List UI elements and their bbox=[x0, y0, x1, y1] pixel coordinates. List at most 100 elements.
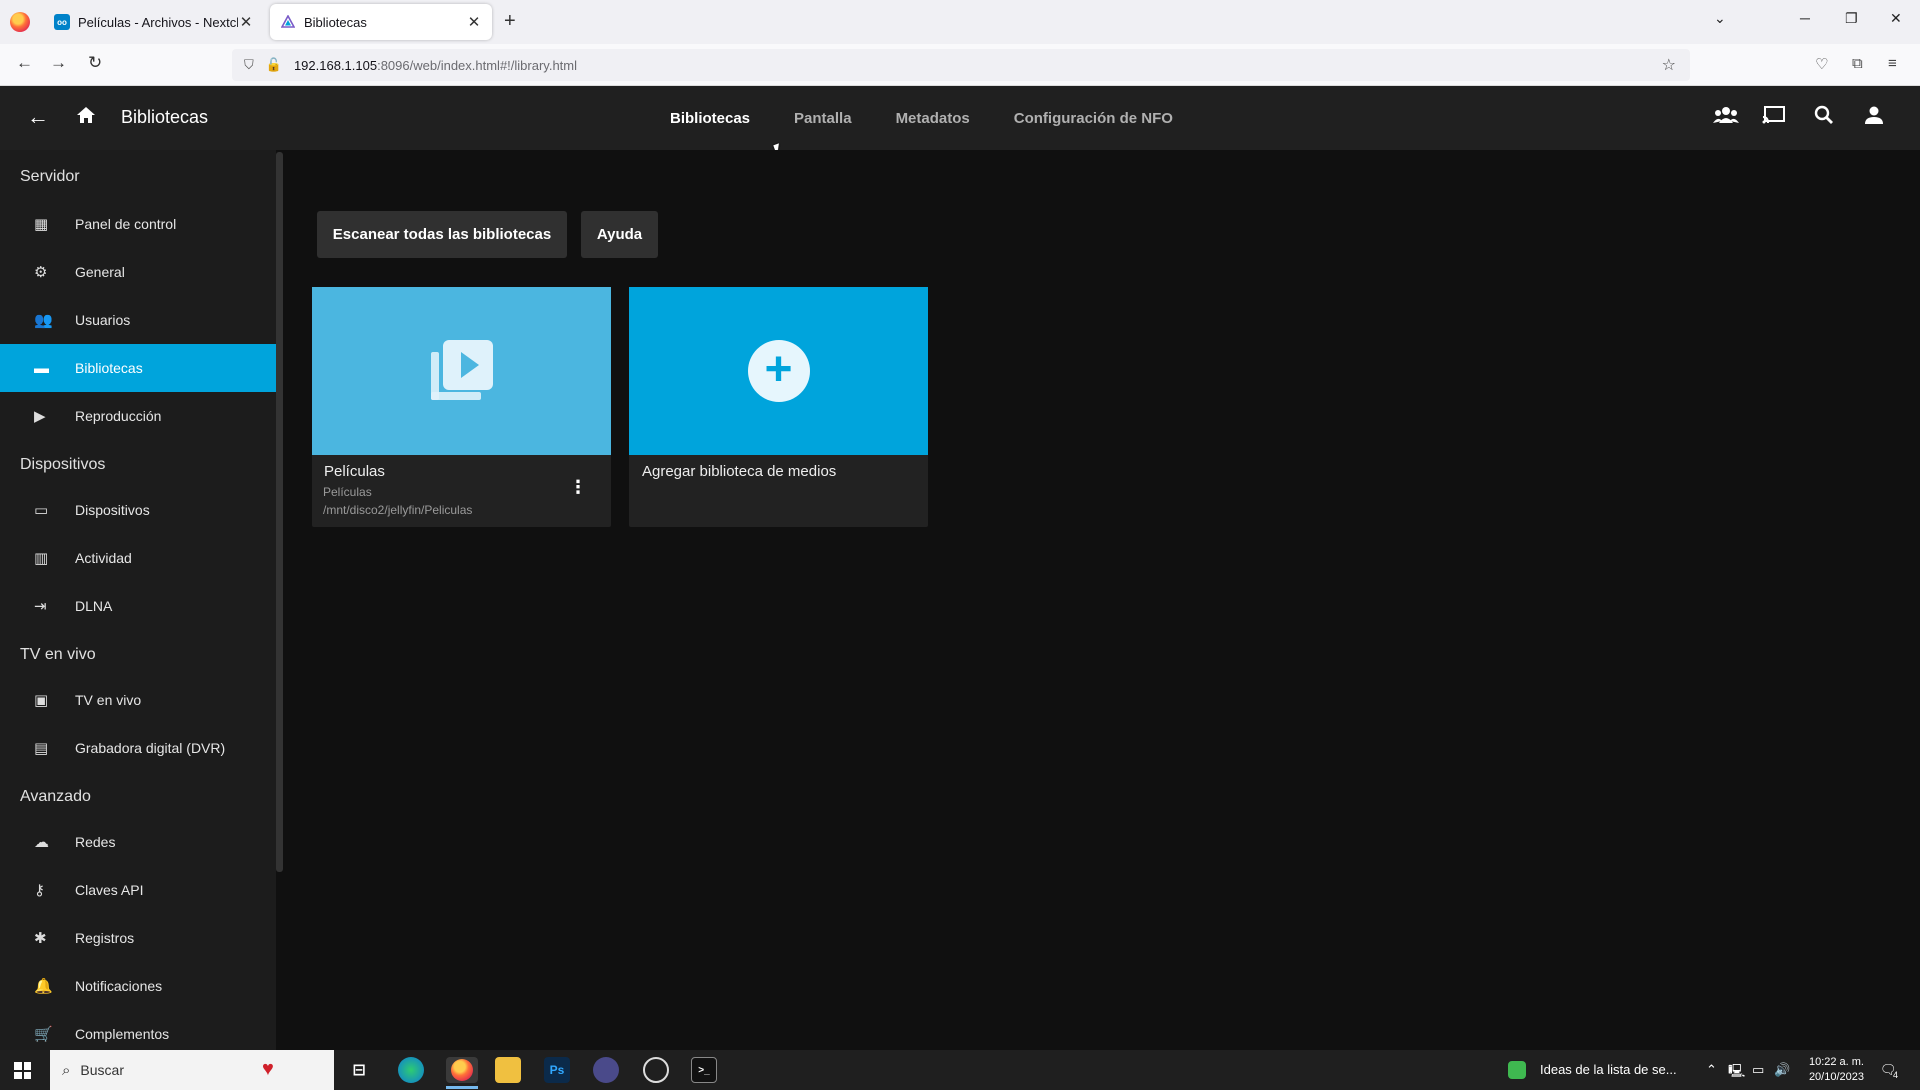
cloud-icon: ☁ bbox=[34, 834, 49, 851]
taskbar-search[interactable]: ⌕ Buscar ♥ bbox=[50, 1050, 334, 1090]
close-icon[interactable]: ✕ bbox=[466, 13, 482, 31]
scan-all-libraries-button[interactable]: Escanear todas las bibliotecas bbox=[317, 211, 567, 258]
sidebar-item-usuarios[interactable]: 👥 Usuarios bbox=[0, 296, 276, 344]
sidebar-item-bibliotecas[interactable]: ▬ Bibliotecas bbox=[0, 344, 276, 392]
insecure-lock-icon[interactable]: 🔓 bbox=[266, 57, 282, 73]
bug-icon: ✱ bbox=[34, 930, 47, 947]
more-options-icon[interactable]: ⋮ bbox=[569, 477, 587, 498]
sidebar-item-label: Usuarios bbox=[75, 312, 131, 328]
firefox-active-indicator bbox=[446, 1086, 478, 1089]
sidebar-item-label: Complementos bbox=[75, 1026, 170, 1042]
sidebar-item-reproduccion[interactable]: ▶ Reproducción bbox=[0, 392, 276, 440]
sidebar-scrollbar-thumb[interactable] bbox=[276, 152, 283, 872]
sidebar-item-complementos[interactable]: 🛒 Complementos bbox=[0, 1010, 276, 1050]
sidebar-item-tv-en-vivo[interactable]: ▣ TV en vivo bbox=[0, 676, 276, 724]
taskbar: ⌕ Buscar ♥ ⊟ Ps >_ Ideas de la lista de … bbox=[0, 1050, 1920, 1090]
search-icon[interactable] bbox=[1813, 104, 1835, 132]
volume-icon[interactable]: 🔊 bbox=[1774, 1062, 1790, 1078]
back-icon[interactable]: ← bbox=[16, 53, 33, 73]
pocket-icon[interactable]: ♡ bbox=[1815, 55, 1828, 73]
search-icon: ⌕ bbox=[62, 1061, 71, 1079]
section-servidor: Servidor bbox=[20, 168, 80, 185]
url-bar[interactable]: ⛉ 🔓 192.168.1.105:8096/web/index.html#!/… bbox=[232, 49, 1690, 81]
library-card-image[interactable] bbox=[312, 287, 611, 455]
tv-icon: ▣ bbox=[34, 692, 49, 709]
tab-list-icon[interactable]: ⌄ bbox=[1714, 10, 1726, 27]
sidebar-item-dvr[interactable]: ▤ Grabadora digital (DVR) bbox=[0, 724, 276, 772]
news-ticker[interactable]: Ideas de la lista de se... bbox=[1540, 1062, 1677, 1077]
reload-icon[interactable]: ↻ bbox=[88, 53, 102, 73]
sidebar-item-label: Panel de control bbox=[75, 216, 177, 232]
url-path: :8096/web/index.html#!/library.html bbox=[377, 57, 578, 73]
sidebar-item-actividad[interactable]: ▥ Actividad bbox=[0, 534, 276, 582]
tab-nextcloud[interactable]: oo Películas - Archivos - Nextcloud ✕ bbox=[44, 4, 264, 40]
back-arrow-icon[interactable]: ← bbox=[27, 104, 49, 130]
clock-date: 20/10/2023 bbox=[1808, 1071, 1864, 1083]
section-dispositivos: Dispositivos bbox=[20, 456, 106, 473]
file-explorer-icon[interactable] bbox=[495, 1057, 521, 1083]
firefox-icon[interactable] bbox=[10, 12, 30, 32]
sidebar-item-claves-api[interactable]: ⚷ Claves API bbox=[0, 866, 276, 914]
key-icon: ⚷ bbox=[34, 882, 45, 899]
syncplay-icon[interactable] bbox=[1713, 104, 1739, 133]
tray-chevron-icon[interactable]: ⌃ bbox=[1706, 1062, 1717, 1078]
windows-start-icon[interactable] bbox=[14, 1062, 31, 1079]
sidebar-item-label: Claves API bbox=[75, 882, 144, 898]
plus-circle-icon: + bbox=[747, 340, 810, 402]
add-library-image[interactable]: + bbox=[629, 287, 928, 455]
jellyfin-icon bbox=[280, 14, 296, 30]
minimize-button[interactable]: ─ bbox=[1800, 10, 1810, 26]
news-icon[interactable] bbox=[1508, 1061, 1526, 1079]
task-view-icon[interactable]: ⊟ bbox=[346, 1057, 372, 1083]
sidebar-item-label: Grabadora digital (DVR) bbox=[75, 740, 226, 756]
user-icon[interactable] bbox=[1863, 104, 1885, 132]
cast-icon[interactable] bbox=[1762, 104, 1786, 132]
add-library-label[interactable]: Agregar biblioteca de medios bbox=[642, 463, 836, 480]
sidebar-item-general[interactable]: ⚙ General bbox=[0, 248, 276, 296]
sidebar-item-registros[interactable]: ✱ Registros bbox=[0, 914, 276, 962]
restore-button[interactable]: ❐ bbox=[1845, 10, 1858, 27]
taskbar-clock[interactable]: 10:22 a. m. 20/10/2023 bbox=[1790, 1055, 1864, 1085]
sidebar-item-dlna[interactable]: ⇥ DLNA bbox=[0, 582, 276, 630]
dvr-icon: ▤ bbox=[34, 740, 49, 757]
terminal-icon[interactable]: >_ bbox=[691, 1057, 717, 1083]
tab-nfo[interactable]: Configuración de NFO bbox=[1014, 110, 1173, 127]
tab-metadatos[interactable]: Metadatos bbox=[896, 110, 970, 127]
network-icon[interactable]: 🖳 bbox=[1728, 1062, 1745, 1084]
library-card-peliculas[interactable]: Películas Películas /mnt/disco2/jellyfin… bbox=[312, 287, 611, 527]
edge-icon[interactable] bbox=[398, 1057, 424, 1083]
sidebar-item-label: Bibliotecas bbox=[75, 360, 143, 376]
app-icon[interactable] bbox=[593, 1057, 619, 1083]
tab-bibliotecas[interactable]: Bibliotecas ✕ bbox=[270, 4, 492, 40]
close-window-button[interactable]: ✕ bbox=[1890, 10, 1902, 27]
forward-icon[interactable]: → bbox=[50, 53, 67, 73]
extensions-icon[interactable]: ⧉ bbox=[1852, 55, 1863, 72]
firefox-taskbar-button[interactable] bbox=[446, 1057, 478, 1083]
display-icon[interactable]: ▭ bbox=[1752, 1062, 1764, 1078]
close-icon[interactable]: ✕ bbox=[238, 13, 254, 31]
new-tab-button[interactable]: + bbox=[504, 10, 516, 33]
sidebar-item-panel-de-control[interactable]: ▦ Panel de control bbox=[0, 200, 276, 248]
photoshop-icon[interactable]: Ps bbox=[544, 1057, 570, 1083]
dlna-icon: ⇥ bbox=[34, 598, 47, 615]
help-button[interactable]: Ayuda bbox=[581, 211, 658, 258]
tab-bibliotecas[interactable]: Bibliotecas bbox=[670, 110, 750, 127]
media-player-icon[interactable] bbox=[643, 1057, 669, 1083]
taskbar-search-placeholder: Buscar bbox=[80, 1062, 124, 1078]
main-content bbox=[283, 150, 1920, 1050]
shield-icon[interactable]: ⛉ bbox=[244, 57, 254, 73]
library-name[interactable]: Películas bbox=[324, 463, 385, 480]
sidebar-item-redes[interactable]: ☁ Redes bbox=[0, 818, 276, 866]
menu-icon[interactable]: ≡ bbox=[1888, 55, 1897, 72]
clock-time: 10:22 a. m. bbox=[1808, 1056, 1864, 1068]
sidebar-item-label: DLNA bbox=[75, 598, 113, 614]
bookmark-star-icon[interactable]: ☆ bbox=[1662, 55, 1676, 75]
library-path: /mnt/disco2/jellyfin/Peliculas bbox=[323, 503, 473, 517]
add-library-card[interactable]: + Agregar biblioteca de medios bbox=[629, 287, 928, 527]
folder-icon: ▬ bbox=[34, 359, 49, 377]
header-tabs: Bibliotecas Pantalla Metadatos Configura… bbox=[670, 86, 1217, 150]
sidebar-item-dispositivos[interactable]: ▭ Dispositivos bbox=[0, 486, 276, 534]
home-icon[interactable] bbox=[75, 104, 97, 132]
tab-pantalla[interactable]: Pantalla bbox=[794, 110, 852, 127]
sidebar-item-notificaciones[interactable]: 🔔 Notificaciones bbox=[0, 962, 276, 1010]
